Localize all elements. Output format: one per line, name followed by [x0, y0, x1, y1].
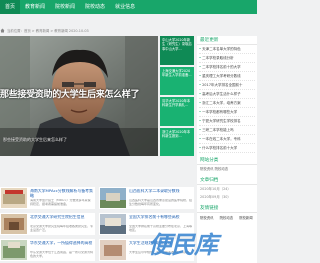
nav-education-news[interactable]: 教育新闻: [20, 0, 50, 14]
article-title[interactable]: 山西医科大学二本录取分数线: [129, 189, 192, 198]
latest-item[interactable]: •什么学校排名前十大学: [199, 144, 255, 153]
latest-item[interactable]: •重庆理工大学考研分数线: [199, 72, 255, 81]
latest-item[interactable]: •天津二本名单大学的特色: [199, 45, 255, 54]
article-title[interactable]: 海南大学MPAcc分数线解析与备考策略: [30, 189, 93, 198]
latest-item[interactable]: •浙江二本大学，培养方案: [199, 99, 255, 108]
article-thumbnail[interactable]: [100, 188, 126, 208]
latest-item[interactable]: •高考后大学生活什么样子: [199, 90, 255, 99]
article-excerpt: 北京交通大学研究生院每年招收各类研究生，专业设置广泛。: [30, 225, 93, 232]
article-thumbnail[interactable]: [1, 214, 27, 234]
friend-link[interactable]: 院校动态: [220, 215, 234, 220]
article-card[interactable]: 山西医科大学二本录取分数线 山西医科大学是山西省重点建设的医学院校，招生分数线每…: [99, 187, 194, 209]
article-card[interactable]: 海南大学MPAcc分数线解析与备考策略 海南大学会计硕士（MPAcc）分数线多年…: [0, 187, 95, 209]
article-card[interactable]: 北京交通大学研究生院招生信息 北京交通大学研究生院每年招收各类研究生，专业设置广…: [0, 213, 95, 235]
home-icon[interactable]: [0, 28, 5, 33]
category-links[interactable]: 院校资讯 院校动态: [197, 165, 257, 173]
hero-headline[interactable]: 那些接受资助的大学生后来怎么样了: [0, 90, 158, 101]
top-nav: 首页 教育新闻 院校新闻 院校动态 就业信息: [0, 0, 257, 14]
article-excerpt: 海南大学会计硕士（MPAcc）分数线多年来保持稳定，报考者需提前准备。: [30, 199, 91, 206]
hero-caption[interactable]: 那些接受资助的大学生后来怎么样了: [3, 137, 67, 143]
article-thumbnail[interactable]: [1, 188, 27, 208]
friend-links: 院校资讯 院校动态 院校新闻: [197, 213, 257, 221]
latest-item[interactable]: •宁夏大学研究生学校排名: [199, 117, 255, 126]
latest-list: •天津二本名单大学的特色 •二本学校录取线分析 •二本学校排名前十的大学 •重庆…: [197, 45, 257, 153]
friend-link[interactable]: 院校资讯: [200, 215, 214, 220]
article-thumbnail[interactable]: [1, 240, 27, 260]
latest-item[interactable]: •三峡二本学校能上吗: [199, 126, 255, 135]
article-title[interactable]: 华东交通大学，一所值得选择的高校: [30, 241, 93, 250]
article-thumbnail[interactable]: [100, 214, 126, 234]
teaser-item[interactable]: 上海交通大学2020年新生入学前准备...: [160, 66, 194, 95]
article-title[interactable]: 北京交通大学研究生院招生信息: [30, 215, 93, 224]
teaser-item[interactable]: 浙江大学2020年本科新生报到...: [160, 127, 194, 156]
archive-item[interactable]: 2020年10月（24）: [197, 185, 257, 193]
article-title[interactable]: 全国大学排名前十有哪些高校: [129, 215, 192, 224]
watermark-logo: 便民库: [148, 231, 218, 259]
article-excerpt: 山西医科大学是山西省重点建设的医学院校，招生分数线每年有所变化。: [129, 199, 192, 206]
latest-item[interactable]: •二本学校录取线分析: [199, 54, 255, 63]
article-card[interactable]: 华东交通大学，一所值得选择的高校 华东交通大学位于江西南昌，是一所以交通为特色的…: [0, 239, 95, 261]
hero-slide[interactable]: 那些接受资助的大学生后来怎么样了 那些接受资助的大学生后来怎么样了: [0, 36, 158, 156]
nav-home[interactable]: 首页: [0, 0, 21, 14]
article-excerpt: 华东交通大学位于江西南昌，是一所以交通为特色的大学。: [30, 251, 93, 258]
archive-title: 文章归档: [197, 176, 257, 185]
nav-school-news[interactable]: 院校新闻: [50, 0, 80, 14]
article-thumbnail[interactable]: [100, 240, 126, 260]
nav-jobs[interactable]: 就业信息: [110, 0, 140, 14]
latest-item[interactable]: •一本在线二本大学，专科: [199, 135, 255, 144]
latest-title: 最近更新: [197, 36, 257, 45]
breadcrumb: 当前位置：首页 > 教育新闻 > 教育新闻 2020-10-03: [0, 26, 190, 34]
archive-item[interactable]: 2020年09月（30）: [197, 193, 257, 201]
teaser-item[interactable]: 清华大学2020年本科新生开学典礼...: [160, 97, 194, 126]
friend-link[interactable]: 院校新闻: [239, 215, 253, 220]
nav-school-updates[interactable]: 院校动态: [80, 0, 110, 14]
latest-item[interactable]: •2017年大学排名全国前十: [199, 81, 255, 90]
teaser-list: 中山大学2020年新生（研究生）录取启事中山大学... 上海交通大学2020年新…: [160, 36, 194, 156]
latest-item[interactable]: •二本学校排名前十的大学: [199, 63, 255, 72]
latest-item[interactable]: •一本学校都有哪些大学: [199, 108, 255, 117]
teaser-item[interactable]: 中山大学2020年新生（研究生）录取启事中山大学...: [160, 36, 194, 65]
category-title: 网站分类: [197, 156, 257, 165]
links-title: 友情链接: [197, 204, 257, 213]
breadcrumb-text: 当前位置：首页 > 教育新闻 > 教育新闻 2020-10-03: [7, 28, 89, 33]
